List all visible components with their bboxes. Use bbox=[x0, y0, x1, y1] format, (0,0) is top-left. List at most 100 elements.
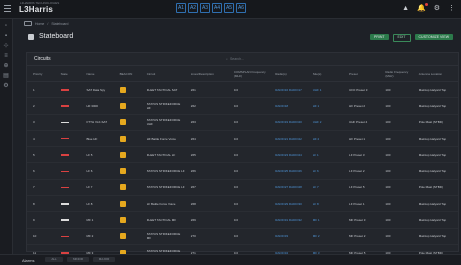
breadcrumb-home[interactable]: Home bbox=[35, 22, 44, 26]
state-cell bbox=[54, 211, 81, 229]
layout-icon[interactable]: A3 bbox=[200, 3, 210, 13]
radio-cell[interactable]: RADIO16 RADIO17 bbox=[269, 81, 307, 99]
table-row[interactable]: 4 Blue HF HF Battle Force Voice 264 0.0 RADIO… bbox=[27, 130, 458, 148]
beacon-icon[interactable] bbox=[119, 86, 126, 93]
beacon-icon[interactable] bbox=[119, 168, 126, 175]
freq-cell: 0.0 bbox=[227, 179, 270, 197]
freq-cell: 0.0 bbox=[227, 81, 270, 99]
priority-cell: 1 bbox=[27, 81, 55, 99]
column-header[interactable]: Lines/Description bbox=[184, 66, 228, 82]
table-row[interactable]: 1 SAT Data Spy FLEET TACTICAL SAT 261 0.0 RAD… bbox=[27, 81, 458, 99]
rfreq-cell: 100 bbox=[379, 179, 413, 197]
layout-icon[interactable]: A5 bbox=[224, 3, 234, 13]
layout-icon[interactable]: A2 bbox=[188, 3, 198, 13]
alarms-tab-minor[interactable]: MINOR bbox=[67, 257, 89, 262]
priority-cell: 5 bbox=[27, 146, 55, 164]
site-cell[interactable]: HF 1 bbox=[306, 97, 344, 115]
circuit-cell: HF Battle Force Voice bbox=[140, 130, 185, 148]
beacon-icon[interactable] bbox=[119, 233, 126, 240]
preset-cell: UFO Preset 3 bbox=[343, 81, 380, 99]
print-button[interactable]: PRINT bbox=[370, 34, 389, 40]
table-row[interactable]: 5 LF 5 FLEET TACTICAL LF 265 0.0 RADIO23 RADI… bbox=[27, 146, 458, 164]
column-header[interactable]: Preset bbox=[343, 66, 380, 82]
radio-cell[interactable]: RADIO18 bbox=[269, 97, 307, 115]
rfreq-cell: 100 bbox=[379, 146, 413, 164]
circuits-title: Circuits bbox=[34, 56, 51, 62]
table-row[interactable]: 6 LF 6 STATUS STRIKEFORCE LF 266 0.0 RADIO25 … bbox=[27, 162, 458, 180]
radio-cell[interactable]: RADIO23 RADIO24 bbox=[269, 146, 307, 164]
site-cell[interactable]: MF 2 bbox=[306, 228, 344, 245]
layout-icon[interactable]: A1 bbox=[176, 3, 186, 13]
sidebar: ▫ ▪ ⊹ ≡ ⊕ ▤ ⚙ bbox=[0, 19, 13, 264]
settings-icon[interactable]: ⚙ bbox=[434, 4, 440, 12]
column-header[interactable]: Radio Frequency (MHz) bbox=[379, 66, 413, 82]
dashboard-icon[interactable]: ▫ bbox=[3, 23, 9, 29]
table-row[interactable]: 8 LF 8 LF Battle Force Voice 268 0.0 RADIO29 … bbox=[27, 195, 458, 213]
column-header[interactable]: Antenna Location bbox=[412, 66, 458, 82]
radio-cell[interactable]: RADIO31 RADIO32 bbox=[269, 211, 307, 229]
site-cell[interactable]: HF 2 bbox=[306, 130, 344, 148]
beacon-icon[interactable] bbox=[119, 200, 126, 207]
beacon-icon[interactable] bbox=[119, 102, 126, 109]
grid-icon[interactable]: ▪ bbox=[3, 33, 9, 39]
table-row[interactable]: 7 LF 7 STATUS STRIKEFORCE LF 267 0.0 RADIO27 … bbox=[27, 179, 458, 197]
antenna-cell: Pole Mast (STBD) bbox=[412, 179, 458, 197]
hamburger-menu-icon[interactable] bbox=[4, 5, 11, 12]
column-header[interactable]: Radio(s) bbox=[269, 66, 307, 82]
rfreq-cell: 100 bbox=[379, 130, 413, 148]
alarms-tab-major[interactable]: MAJOR bbox=[93, 257, 115, 262]
site-cell[interactable]: LF 1 bbox=[306, 146, 344, 164]
layout-icon[interactable]: A4 bbox=[212, 3, 222, 13]
state-cell bbox=[54, 179, 81, 197]
column-header[interactable]: State bbox=[54, 66, 81, 82]
column-header[interactable]: Name bbox=[80, 66, 114, 82]
customize-view-button[interactable]: CUSTOMIZE VIEW bbox=[414, 34, 453, 40]
beacon-icon[interactable] bbox=[119, 119, 126, 126]
chart-icon[interactable]: ▤ bbox=[3, 73, 9, 79]
column-header[interactable]: Site(s) bbox=[306, 66, 344, 82]
edit-button[interactable]: EDIT bbox=[392, 34, 411, 42]
home-icon[interactable] bbox=[24, 21, 32, 26]
radio-icon[interactable]: ⊕ bbox=[3, 63, 9, 69]
beacon-icon[interactable] bbox=[119, 217, 126, 224]
circuit-cell: STATUS STRIKEFORCE HF bbox=[140, 97, 185, 115]
preset-cell: LF Preset 2 bbox=[343, 162, 380, 180]
network-icon[interactable]: ⊹ bbox=[3, 43, 9, 49]
table-row[interactable]: 3 FTTH VLF-SAT STATUS STRIKEFORCE UHF 263 0.… bbox=[27, 114, 458, 131]
search-input[interactable]: ⌕ Search... bbox=[226, 56, 346, 62]
gear-icon[interactable]: ⚙ bbox=[3, 83, 9, 89]
state-cell bbox=[54, 162, 81, 180]
priority-cell: 4 bbox=[27, 130, 55, 148]
radio-cell[interactable]: RADIO21 RADIO22 bbox=[269, 130, 307, 148]
radio-cell[interactable]: RADIO25 RADIO26 bbox=[269, 162, 307, 180]
radio-cell[interactable]: RADIO19 RADIO20 bbox=[269, 114, 307, 131]
layout-icon[interactable]: A6 bbox=[236, 3, 246, 13]
radio-cell[interactable]: RADIO27 RADIO28 bbox=[269, 179, 307, 197]
beacon-icon[interactable] bbox=[119, 184, 126, 191]
antenna-cell: Maintop Halyard Top bbox=[412, 146, 458, 164]
table-row[interactable]: 9 MF 1 FLEET TACTICAL MF 269 0.0 RADIO31 RADI… bbox=[27, 211, 458, 229]
column-header[interactable]: BEACON bbox=[113, 66, 141, 82]
beacon-icon[interactable] bbox=[119, 151, 126, 158]
table-row[interactable]: 10 MF 2 STATUS STRIKEFORCE MF 270 0.0 RADIO33… bbox=[27, 228, 458, 245]
column-header[interactable]: Circuit bbox=[140, 66, 185, 82]
column-header[interactable]: COMSPLAN Frequency (MHz) bbox=[227, 66, 270, 82]
list-icon[interactable]: ≡ bbox=[3, 53, 9, 59]
beacon-icon[interactable] bbox=[119, 135, 126, 142]
rfreq-cell: 100 bbox=[379, 228, 413, 245]
antenna-cell: Maintop Halyard Top bbox=[412, 81, 458, 99]
column-header[interactable]: Priority bbox=[27, 66, 55, 82]
notifications-icon[interactable]: 🔔 bbox=[417, 3, 428, 12]
alarms-tab-all[interactable]: ALL bbox=[45, 257, 63, 262]
site-cell[interactable]: LF 7 bbox=[306, 179, 344, 197]
site-cell[interactable]: UHF 1 bbox=[306, 81, 344, 99]
radio-cell[interactable]: RADIO33 bbox=[269, 228, 307, 245]
more-icon[interactable]: ⋮ bbox=[448, 4, 455, 12]
site-cell[interactable]: LF 6 bbox=[306, 162, 344, 180]
table-row[interactable]: 2 HF 3000 STATUS STRIKEFORCE HF 262 0.0 RADIO… bbox=[27, 97, 458, 115]
site-cell[interactable]: UHF 2 bbox=[306, 114, 344, 131]
alert-icon[interactable]: ▲ bbox=[402, 5, 409, 12]
radio-cell[interactable]: RADIO29 RADIO30 bbox=[269, 195, 307, 213]
site-cell[interactable]: LF 8 bbox=[306, 195, 344, 213]
site-cell[interactable]: MF 1 bbox=[306, 211, 344, 229]
